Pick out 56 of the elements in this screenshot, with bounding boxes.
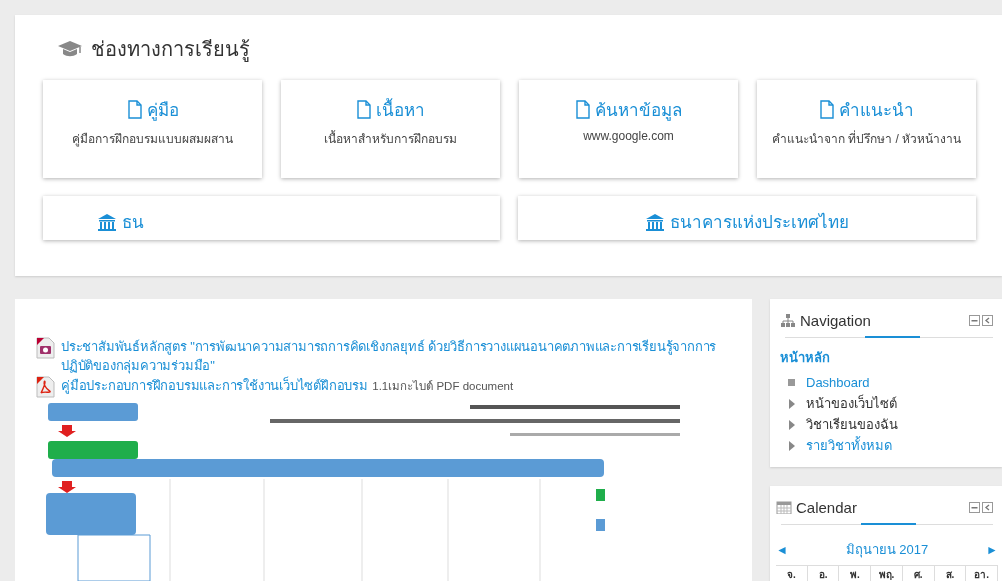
square-bullet-icon bbox=[788, 378, 796, 387]
previous-month-arrow[interactable]: ◄ bbox=[776, 542, 788, 557]
card-subtitle: คู่มือการฝึกอบรมแบบผสมผสาน bbox=[72, 131, 233, 148]
card-title[interactable]: เนื้อหา bbox=[376, 96, 425, 123]
weekday-header: จ. bbox=[776, 566, 808, 581]
block-title: Navigation bbox=[800, 311, 871, 329]
channel-card[interactable]: คำแนะนำ คำแนะนำจาก ที่ปรึกษา / หัวหน้างาน bbox=[757, 80, 976, 178]
document-icon bbox=[356, 100, 372, 119]
document-icon bbox=[126, 100, 143, 119]
bank-icon bbox=[645, 212, 665, 231]
document-icon bbox=[819, 100, 835, 119]
expand-arrow-icon bbox=[788, 398, 796, 409]
expand-arrow-icon bbox=[788, 419, 796, 430]
sitemap-icon bbox=[780, 313, 796, 327]
card-subtitle: www.google.com bbox=[583, 129, 674, 143]
weekday-header: ศ. bbox=[902, 566, 935, 581]
nav-item[interactable]: รายวิชาทั้งหมด bbox=[806, 435, 892, 456]
pdf-file-icon bbox=[35, 376, 55, 398]
month-title: มิถุนายน 2017 bbox=[845, 541, 929, 560]
weekday-header: พ. bbox=[839, 566, 872, 581]
bank-link[interactable]: ธน bbox=[122, 208, 144, 235]
dock-icon bbox=[982, 501, 993, 513]
block-title: Calendar bbox=[796, 498, 857, 516]
card-title[interactable]: คู่มือ bbox=[146, 96, 179, 123]
card-title[interactable]: คำแนะนำ bbox=[839, 96, 914, 123]
card-subtitle: คำแนะนำจาก ที่ปรึกษา / หัวหน้างาน bbox=[771, 129, 962, 148]
resource-link[interactable]: ประชาสัมพันธ์หลักสูตร "การพัฒนาความสามารถการคิดเชิงกลยุทธ์ ด้วยวิธีการวางแผนอนาคตภาพและการเรียนรู้จากการปฏิบัติของกลุ่มความร่วมมือ" bbox=[61, 337, 732, 375]
file-details: 1.1เมกะไบต์ PDF document bbox=[372, 380, 514, 392]
expand-arrow-icon bbox=[788, 440, 796, 451]
card-subtitle: เนื้อหาสำหรับการฝึกอบรม bbox=[324, 129, 457, 148]
weekday-header: อ. bbox=[807, 566, 840, 581]
weekday-header: อา. bbox=[966, 566, 998, 581]
weekday-header: ส. bbox=[934, 566, 967, 581]
weekday-header: พฤ. bbox=[871, 566, 903, 581]
dock-icon bbox=[982, 314, 993, 326]
minimize-icon bbox=[969, 314, 980, 326]
minimize-icon bbox=[969, 501, 980, 513]
bank-card[interactable]: ธน bbox=[43, 196, 500, 240]
nav-item[interactable]: วิชาเรียนของฉัน bbox=[806, 414, 898, 435]
channel-card[interactable]: ค้นหาข้อมูล www.google.com bbox=[519, 80, 738, 178]
bank-card[interactable]: ธนาคารแห่งประเทศไทย bbox=[518, 196, 976, 240]
bank-link[interactable]: ธนาคารแห่งประเทศไทย bbox=[670, 208, 849, 235]
section-title: ช่องทางการเรียนรู้ bbox=[91, 36, 250, 64]
card-title[interactable]: ค้นหาข้อมูล bbox=[595, 96, 682, 123]
bank-icon bbox=[97, 212, 117, 231]
calendar-icon bbox=[776, 500, 792, 514]
graduation-cap-icon bbox=[57, 40, 83, 58]
channel-card[interactable]: คู่มือ คู่มือการฝึกอบรมแบบผสมผสาน bbox=[43, 80, 262, 178]
resource-link[interactable]: คู่มือประกอบการฝึกอบรมและการใช้งานเว็บไซต์ฝึกอบรม bbox=[61, 378, 368, 393]
nav-item[interactable]: หน้าของเว็บไซต์ bbox=[806, 393, 897, 414]
image-file-icon bbox=[35, 337, 55, 359]
nav-home-link[interactable]: หน้าหลัก bbox=[780, 347, 998, 368]
document-icon bbox=[575, 100, 591, 119]
next-month-arrow[interactable]: ► bbox=[986, 542, 998, 557]
channel-card[interactable]: เนื้อหา เนื้อหาสำหรับการฝึกอบรม bbox=[281, 80, 500, 178]
nav-item[interactable]: Dashboard bbox=[806, 375, 870, 390]
